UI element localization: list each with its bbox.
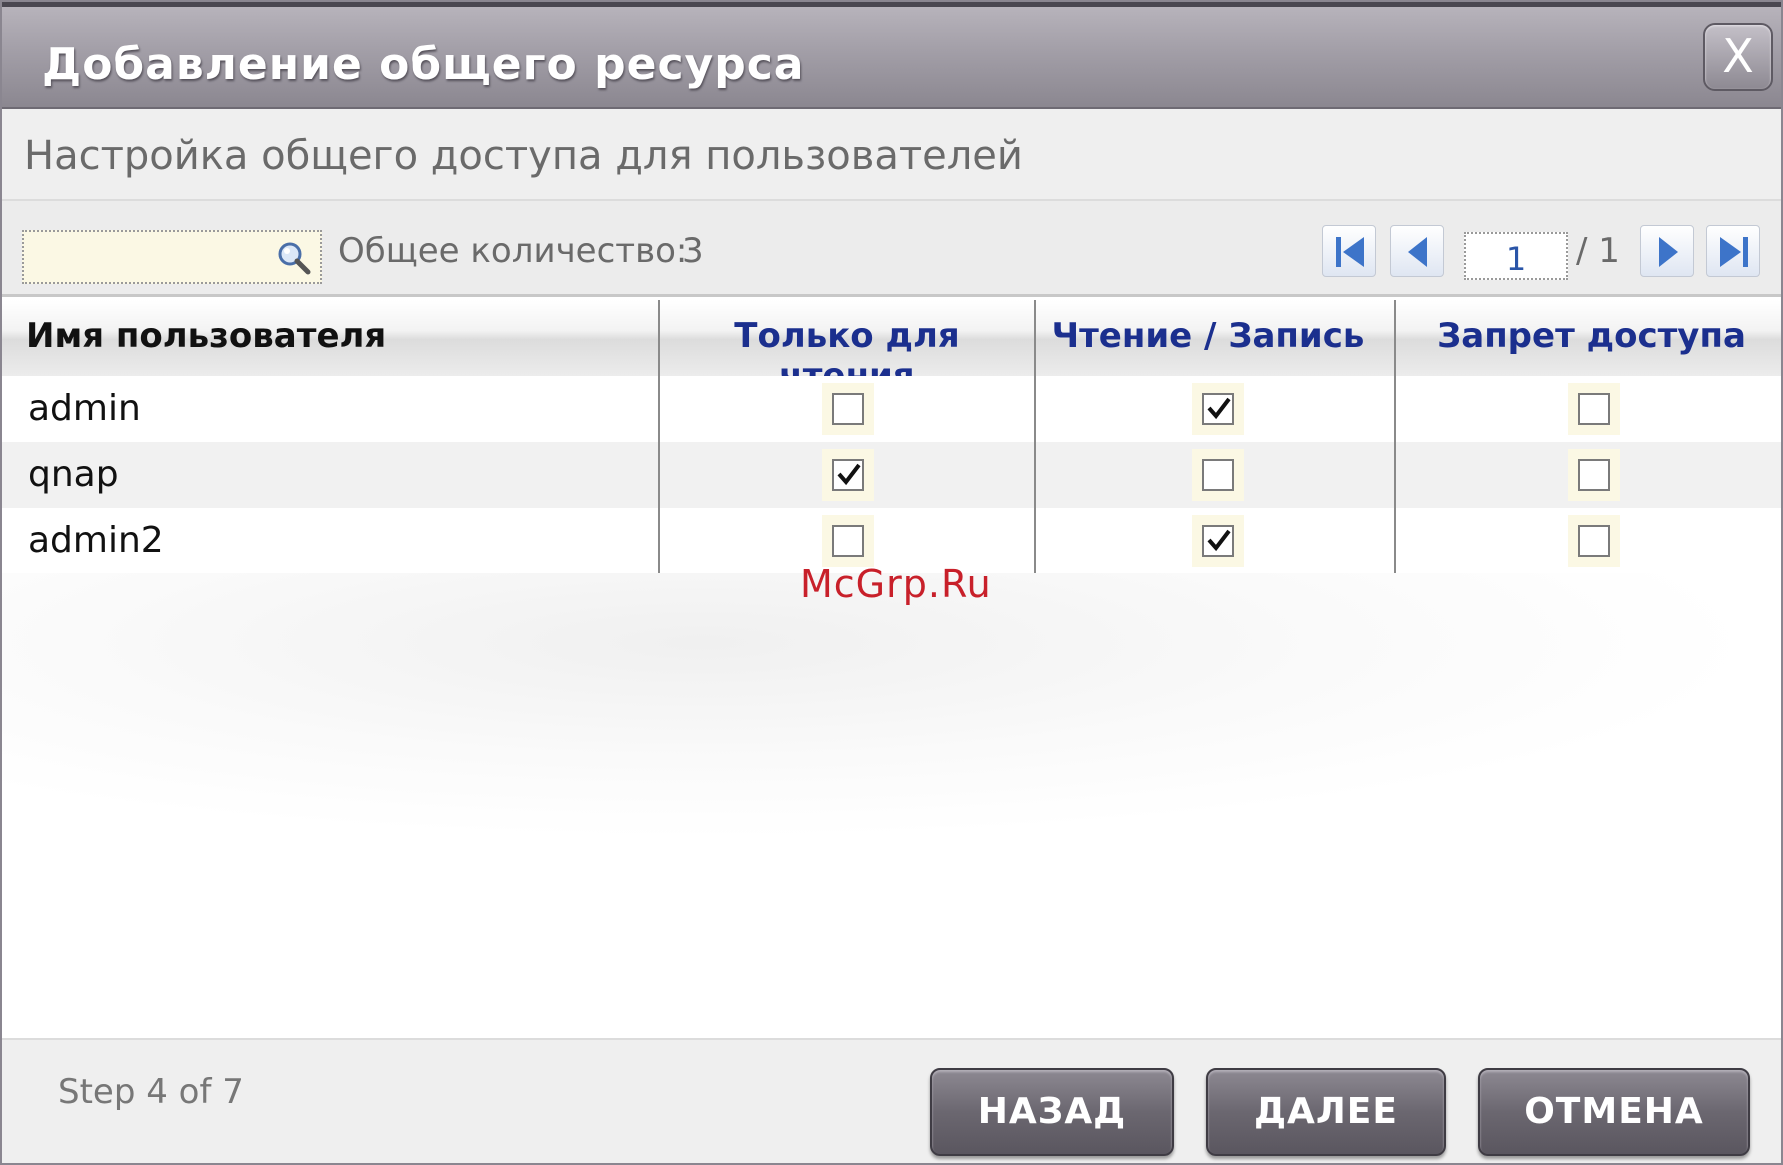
watermark-text: McGrp.Ru	[800, 562, 992, 606]
column-divider	[1394, 300, 1396, 573]
dialog-title: Добавление общего ресурса	[42, 39, 805, 90]
total-count-label: Общее количество:	[338, 231, 688, 271]
table-row: admin	[2, 376, 1781, 442]
subtitle-bar: Настройка общего доступа для пользовател…	[2, 109, 1781, 201]
next-button[interactable]: ДАЛЕЕ	[1206, 1068, 1446, 1156]
back-button[interactable]: НАЗАД	[930, 1068, 1174, 1156]
next-page-button[interactable]	[1640, 225, 1694, 277]
page-number-input[interactable]	[1464, 232, 1568, 280]
checkbox-box	[1578, 459, 1610, 491]
checkbox-box	[1202, 459, 1234, 491]
column-divider	[658, 300, 660, 573]
deny-checkbox[interactable]	[1568, 449, 1620, 501]
search-icon[interactable]	[276, 240, 312, 276]
page-total: / 1	[1576, 231, 1620, 271]
empty-table-area	[2, 573, 1781, 1038]
column-header-read-write[interactable]: Чтение / Запись	[1038, 316, 1378, 356]
table-row: qnap	[2, 442, 1781, 508]
title-bar: Добавление общего ресурса X	[2, 2, 1781, 109]
read-write-checkbox[interactable]	[1192, 449, 1244, 501]
search-input[interactable]	[24, 232, 264, 282]
checkbox-box	[832, 393, 864, 425]
read-only-checkbox[interactable]	[822, 449, 874, 501]
next-page-icon	[1659, 237, 1678, 267]
dialog-footer: Step 4 of 7 НАЗАД ДАЛЕЕ ОТМЕНА	[2, 1038, 1781, 1163]
checkbox-box	[1578, 393, 1610, 425]
read-write-checkbox[interactable]	[1192, 383, 1244, 435]
checkbox-box	[832, 525, 864, 557]
read-only-checkbox[interactable]	[822, 383, 874, 435]
checkbox-box	[1202, 525, 1234, 557]
last-page-button[interactable]	[1706, 225, 1760, 277]
checkmark-icon	[1207, 397, 1231, 420]
read-write-checkbox[interactable]	[1192, 515, 1244, 567]
dialog-subtitle: Настройка общего доступа для пользовател…	[24, 133, 1023, 179]
checkbox-box	[832, 459, 864, 491]
deny-checkbox[interactable]	[1568, 383, 1620, 435]
column-header-deny[interactable]: Запрет доступа	[1398, 316, 1781, 356]
cancel-button[interactable]: ОТМЕНА	[1478, 1068, 1750, 1156]
permissions-table: Имя пользователя Только для чтения Чтени…	[2, 300, 1781, 574]
add-share-dialog: Добавление общего ресурса X Настройка об…	[0, 0, 1783, 1165]
step-indicator: Step 4 of 7	[58, 1072, 244, 1112]
checkbox-box	[1202, 393, 1234, 425]
checkmark-icon	[837, 463, 861, 486]
last-page-icon	[1720, 237, 1748, 267]
user-name-cell: admin2	[28, 520, 164, 561]
prev-page-icon	[1408, 237, 1427, 267]
first-page-icon	[1336, 237, 1364, 267]
close-button[interactable]: X	[1703, 23, 1773, 91]
first-page-button[interactable]	[1322, 225, 1376, 277]
table-header: Имя пользователя Только для чтения Чтени…	[2, 300, 1781, 396]
read-only-checkbox[interactable]	[822, 515, 874, 567]
checkbox-box	[1578, 525, 1610, 557]
prev-page-button[interactable]	[1390, 225, 1444, 277]
column-header-user: Имя пользователя	[26, 316, 387, 356]
user-name-cell: admin	[28, 388, 141, 429]
search-box	[22, 230, 322, 284]
user-name-cell: qnap	[28, 454, 119, 495]
deny-checkbox[interactable]	[1568, 515, 1620, 567]
total-count-value: 3	[682, 231, 704, 271]
toolbar: Общее количество: 3 / 1	[2, 201, 1781, 297]
checkmark-icon	[1207, 529, 1231, 552]
column-divider	[1034, 300, 1036, 573]
